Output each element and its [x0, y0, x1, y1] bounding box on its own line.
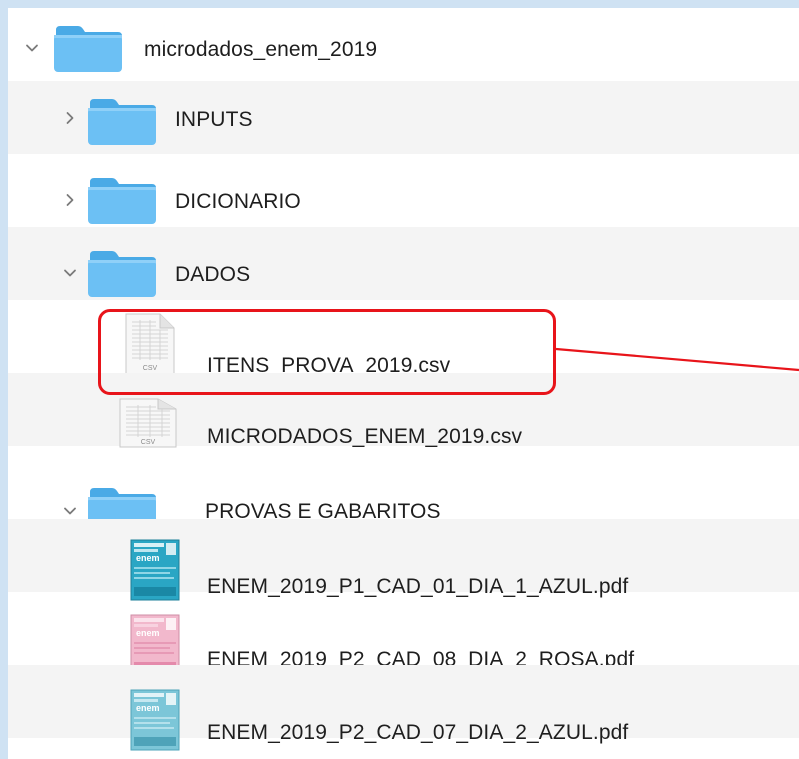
selection-highlight [98, 309, 556, 395]
csv-badge: CSV [141, 439, 156, 446]
chevron-right-icon[interactable] [63, 193, 77, 207]
chevron-right-icon[interactable] [63, 111, 77, 125]
chevron-down-icon[interactable] [63, 266, 77, 280]
file-label-pdf-azul-2: ENEM_2019_P2_CAD_07_DIA_2_AZUL.pdf [207, 721, 629, 744]
pdf-file-icon: enem [130, 689, 180, 751]
folder-icon [86, 176, 158, 226]
folder-icon [52, 24, 124, 74]
folder-label-dicionario: DICIONARIO [175, 190, 301, 213]
tree-row-provas[interactable]: PROVAS E GABARITOS [8, 446, 799, 534]
folder-icon [86, 97, 158, 147]
folder-icon [86, 249, 158, 299]
folder-label-root: microdados_enem_2019 [144, 38, 378, 61]
pdf-thumb-brand: enem [136, 703, 160, 713]
chevron-down-icon[interactable] [25, 41, 39, 55]
tree-row-pdf-azul-1[interactable]: enem ENEM_2019_P1_CAD_01_DIA_1_AZUL.pdf [8, 519, 799, 601]
tree-row-pdf-azul-2[interactable]: enem ENEM_2019_P2_CAD_07_DIA_2_AZUL.pdf [8, 665, 799, 751]
chevron-down-icon[interactable] [63, 504, 77, 518]
file-tree: microdados_enem_2019 INPUTS DICIONARIO D… [8, 8, 799, 759]
pdf-thumb-brand: enem [136, 628, 160, 638]
folder-label-dados: DADOS [175, 263, 251, 286]
tree-row-inputs[interactable]: INPUTS [8, 81, 799, 154]
pdf-thumb-brand: enem [136, 553, 160, 563]
tree-row-pdf-rosa[interactable]: enem ENEM_2019_P2_CAD_08_DIA_2_ROSA.pdf [8, 592, 799, 676]
tree-row-dados[interactable]: DADOS [8, 227, 799, 300]
tree-row-dicionario[interactable]: DICIONARIO [8, 154, 799, 227]
folder-label-inputs: INPUTS [175, 108, 253, 131]
tree-row-root[interactable]: microdados_enem_2019 [8, 8, 799, 81]
